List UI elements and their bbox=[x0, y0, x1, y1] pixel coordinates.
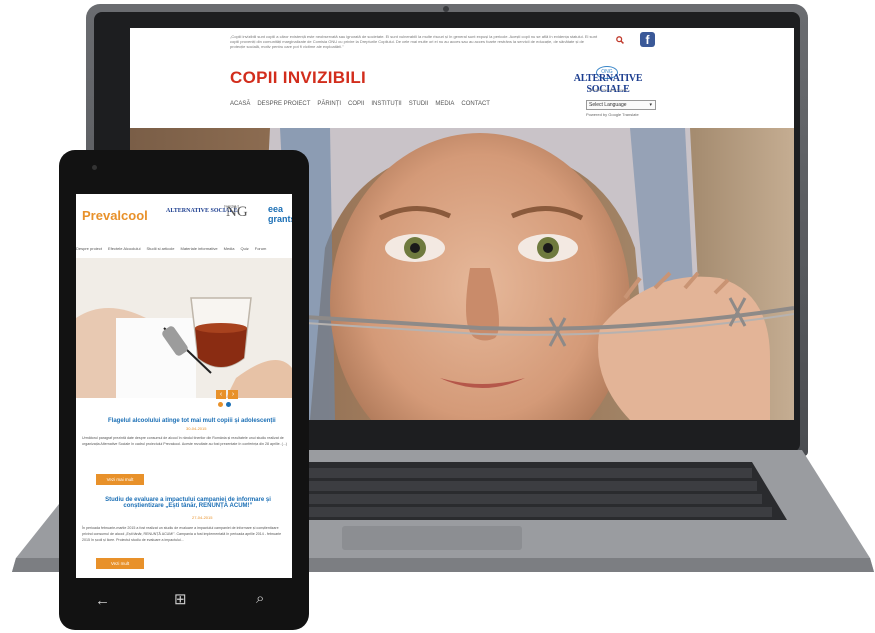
slider-dot-2[interactable] bbox=[226, 402, 231, 407]
nav-item-parinti[interactable]: PĂRINȚI bbox=[317, 101, 341, 107]
article-2-date: 27-04-2015 bbox=[192, 515, 213, 520]
phone-nav: Despre proiect Efectele Alcoolului Studi… bbox=[76, 246, 266, 251]
nav-item-despre-proiect[interactable]: DESPRE PROIECT bbox=[257, 101, 310, 107]
article-1-title[interactable]: Flagelul alcoolului atinge tot mai mult … bbox=[108, 418, 292, 424]
fund-logo-small-text: FONDUL bbox=[224, 204, 241, 209]
facebook-icon[interactable]: f bbox=[640, 32, 655, 47]
search-icon[interactable] bbox=[616, 36, 624, 44]
phone-nav-materiale[interactable]: Materiale informative bbox=[181, 246, 218, 251]
phone-nav-despre-proiect[interactable]: Despre proiect bbox=[76, 246, 102, 251]
phone-ong-fund-logo[interactable]: FONDUL NG bbox=[224, 204, 248, 221]
nav-item-contact[interactable]: CONTACT bbox=[461, 101, 490, 107]
nav-item-copii[interactable]: COPII bbox=[348, 101, 364, 107]
article-2-title[interactable]: Studiu de evaluare a impactului campanie… bbox=[86, 497, 290, 509]
webcam bbox=[443, 6, 449, 12]
article-2-more-button[interactable]: Vezi mult bbox=[96, 558, 144, 569]
nav-item-media[interactable]: MEDIA bbox=[435, 101, 454, 107]
back-arrow-icon[interactable]: ← bbox=[95, 592, 110, 609]
nav-item-institutii[interactable]: INSTITUȚII bbox=[371, 101, 401, 107]
phone-site-brand[interactable]: Prevalcool bbox=[82, 208, 148, 223]
chevron-down-icon: ▾ bbox=[649, 102, 652, 108]
phone-hero-image bbox=[76, 258, 292, 398]
nav-item-studii[interactable]: STUDII bbox=[409, 101, 429, 107]
site-intro-text: „Copiii invizibili sunt copiii a căror e… bbox=[230, 34, 598, 49]
phone-nav-media[interactable]: Media bbox=[224, 246, 235, 251]
phone-hero-illustration bbox=[76, 258, 292, 398]
windows-start-icon[interactable]: ⊞ bbox=[174, 590, 187, 608]
phone-nav-studii[interactable]: Studii si articole bbox=[146, 246, 174, 251]
eea-grants-logo[interactable]: eea grants bbox=[268, 204, 292, 224]
phone-screen: Prevalcool ALTERNATIVE SOCIALE FONDUL NG… bbox=[76, 194, 292, 578]
site-title[interactable]: COPII INVIZIBILI bbox=[230, 68, 366, 88]
slider-dot-1[interactable] bbox=[218, 402, 223, 407]
ngo-logo[interactable]: ONG ALTERNATIVE SOCIALE Asociația Altern… bbox=[558, 66, 658, 96]
phone-nav-forum[interactable]: Forum bbox=[255, 246, 267, 251]
article-1-body: Următorul paragraf prezintă date despre … bbox=[82, 436, 287, 446]
language-select[interactable]: Select Language ▾ bbox=[586, 100, 656, 110]
phone-search-icon[interactable]: ⌕ bbox=[256, 590, 264, 607]
language-select-value: Select Language bbox=[589, 102, 627, 108]
nav-item-acasa[interactable]: ACASĂ bbox=[230, 101, 250, 107]
main-nav: ACASĂ DESPRE PROIECT PĂRINȚI COPII INSTI… bbox=[230, 101, 490, 107]
ngo-logo-subtitle: Asociația Alternative Sociale bbox=[589, 88, 627, 92]
slider-next-button[interactable]: › bbox=[228, 390, 238, 399]
phone-nav-quiz[interactable]: Quiz bbox=[241, 246, 249, 251]
article-2-body: În perioada februarie-martie 2015 a fost… bbox=[82, 526, 282, 542]
phone-camera bbox=[92, 165, 97, 170]
slider-prev-button[interactable]: ‹ bbox=[216, 390, 226, 399]
powered-by-translate: Powered by Google Translate bbox=[586, 112, 639, 117]
article-1-more-button[interactable]: Vezi mai mult bbox=[96, 474, 144, 485]
article-1-date: 30-04-2015 bbox=[186, 426, 207, 431]
phone-nav-efectele-alcoolului[interactable]: Efectele Alcoolului bbox=[108, 246, 140, 251]
